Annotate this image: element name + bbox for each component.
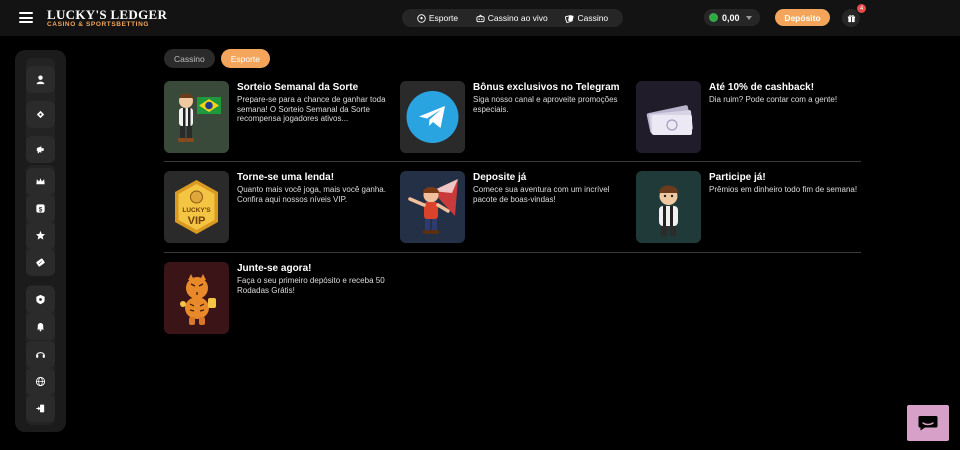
- row-divider: [164, 252, 861, 253]
- promo-thumbnail: [400, 171, 465, 243]
- main-nav: Esporte Cassino ao vivo Cassino: [402, 9, 623, 27]
- rewards-button[interactable]: [842, 9, 860, 27]
- vip-badge-line1: LUCKY'S: [182, 207, 211, 214]
- mascot-hero-image: [400, 171, 465, 243]
- promo-card-telegram[interactable]: Bônus exclusivos no Telegram Siga nosso …: [400, 81, 630, 155]
- promo-description: Comece sua aventura com um incrível paco…: [473, 185, 610, 204]
- brand-tagline: CASINO & SPORTSBETTING: [47, 21, 150, 28]
- dollar-icon: $: [36, 204, 45, 213]
- nav-sports[interactable]: Esporte: [417, 13, 458, 23]
- bell-icon: [36, 323, 45, 332]
- logout-icon: [36, 404, 45, 413]
- brand-logo[interactable]: LUCKY'S LEDGER CASINO & SPORTSBETTING: [47, 8, 167, 29]
- promo-card-weekly-draw[interactable]: Sorteio Semanal da Sorte Prepare-se para…: [164, 81, 394, 155]
- promo-card-cashback[interactable]: Até 10% de cashback! Dia ruim? Pode cont…: [636, 81, 866, 155]
- promo-thumbnail: [636, 171, 701, 243]
- currency-coin-icon: R$: [709, 13, 718, 22]
- promo-description: Siga nosso canal e aproveite promoções e…: [473, 95, 618, 114]
- row-divider: [164, 161, 861, 162]
- mascot-flag-image: [164, 81, 229, 153]
- coupon-icon: [36, 258, 45, 267]
- sidebar-group-support: [26, 285, 55, 425]
- globe-icon: [35, 376, 46, 387]
- live-chat-button[interactable]: [907, 405, 949, 441]
- sidebar-item-sports[interactable]: [26, 249, 55, 276]
- promo-thumbnail: [636, 81, 701, 153]
- balance-amount: 0,00: [722, 12, 740, 23]
- mascot-tiger-image: [164, 262, 229, 334]
- nav-live-casino[interactable]: Cassino ao vivo: [476, 13, 548, 23]
- sidebar-item-cashback[interactable]: $: [26, 195, 55, 222]
- promo-title: Participe já!: [709, 172, 766, 183]
- crown-icon: [36, 178, 45, 185]
- promo-title: Sorteio Semanal da Sorte: [237, 82, 359, 93]
- nav-sports-label: Esporte: [428, 13, 459, 23]
- svg-text:$: $: [39, 206, 43, 213]
- promo-card-deposit[interactable]: Deposite já Comece sua aventura com um i…: [400, 171, 630, 245]
- promo-description: Prepare-se para a chance de ganhar toda …: [237, 95, 386, 124]
- sidebar-item-support[interactable]: [26, 341, 55, 368]
- notification-badge: 4: [857, 4, 866, 13]
- sidebar-item-profile[interactable]: [26, 66, 55, 93]
- nav-casino-label: Cassino: [577, 13, 609, 23]
- sidebar-item-referral[interactable]: [26, 136, 55, 163]
- headset-icon: [36, 352, 45, 358]
- ticket-icon: [36, 110, 45, 119]
- promo-thumbnail: [164, 262, 229, 334]
- promo-description: Faça o seu primeiro depósito e receba 50…: [237, 276, 385, 295]
- banknotes-image: [636, 81, 701, 153]
- gift-icon: [847, 14, 855, 22]
- promo-card-join[interactable]: Junte-se agora! Faça o seu primeiro depó…: [164, 262, 394, 336]
- promo-description: Quanto mais você joga, mais você ganha. …: [237, 185, 386, 204]
- promo-card-vip[interactable]: LUCKY'S VIP Torne-se uma lenda! Quanto m…: [164, 171, 394, 245]
- user-icon: [36, 75, 45, 85]
- sidebar: $: [15, 50, 66, 432]
- cards-icon: [565, 14, 574, 23]
- brand-name: LUCKY'S LEDGER: [47, 7, 168, 22]
- promo-title: Até 10% de cashback!: [709, 82, 815, 93]
- telegram-icon: [400, 81, 465, 153]
- promo-description: Dia ruim? Pode contar com a gente!: [709, 95, 838, 104]
- promo-title: Bônus exclusivos no Telegram: [473, 82, 620, 93]
- tab-sports[interactable]: Esporte: [220, 49, 271, 68]
- sidebar-item-vip[interactable]: [26, 168, 55, 195]
- wallet-balance[interactable]: R$ 0,00: [704, 9, 760, 26]
- promo-title: Torne-se uma lenda!: [237, 172, 335, 183]
- promo-title: Deposite já: [473, 172, 527, 183]
- promo-title: Junte-se agora!: [237, 263, 312, 274]
- vip-badge-image: LUCKY'S VIP: [164, 171, 229, 243]
- football-icon: [417, 13, 426, 23]
- menu-icon[interactable]: [19, 12, 33, 23]
- shield-icon: [36, 294, 45, 305]
- sidebar-item-bonus[interactable]: [26, 222, 55, 249]
- vip-badge-line2: VIP: [188, 215, 206, 227]
- nav-live-casino-label: Cassino ao vivo: [487, 13, 548, 23]
- top-bar: LUCKY'S LEDGER CASINO & SPORTSBETTING Es…: [0, 0, 960, 36]
- chat-icon: [918, 416, 938, 431]
- deposit-button[interactable]: Depósito: [775, 9, 830, 26]
- nav-casino[interactable]: Cassino: [565, 13, 608, 23]
- promo-description: Prêmios em dinheiro todo fim de semana!: [709, 185, 858, 194]
- promo-tabs: Cassino Esporte: [164, 49, 271, 68]
- promo-thumbnail: [400, 81, 465, 153]
- megaphone-icon: [36, 146, 44, 154]
- sidebar-item-security[interactable]: [26, 286, 55, 313]
- live-casino-icon: [476, 14, 485, 22]
- sidebar-item-logout[interactable]: [26, 395, 55, 422]
- sidebar-item-language[interactable]: [26, 368, 55, 395]
- sidebar-group-games: $: [26, 165, 55, 276]
- star-badge-icon: [35, 230, 46, 240]
- promo-thumbnail: LUCKY'S VIP: [164, 171, 229, 243]
- chevron-down-icon: [745, 15, 752, 20]
- sidebar-group-account: [26, 58, 55, 163]
- sidebar-item-notifications[interactable]: [26, 313, 55, 340]
- mascot-referee-image: [636, 171, 701, 243]
- promo-thumbnail: [164, 81, 229, 153]
- promo-card-weekend[interactable]: Participe já! Prêmios em dinheiro todo f…: [636, 171, 866, 245]
- sidebar-item-promotions[interactable]: [26, 101, 55, 128]
- tab-casino[interactable]: Cassino: [164, 49, 215, 68]
